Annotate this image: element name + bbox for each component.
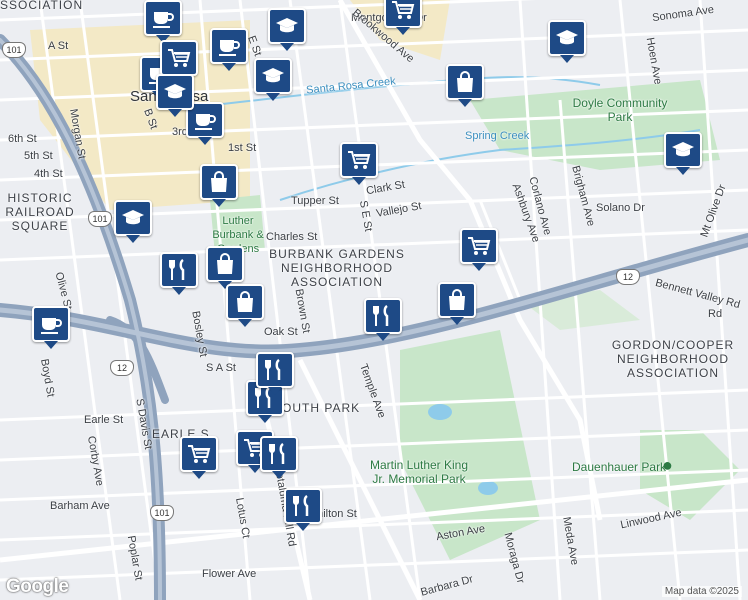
school-icon — [122, 210, 144, 225]
area-label: BURBANK GARDENS NEIGHBORHOOD ASSOCIATION — [269, 247, 405, 289]
school-marker[interactable] — [268, 8, 306, 51]
street-label: Charles St — [266, 231, 318, 243]
shopping-icon — [449, 289, 465, 310]
restaurant-icon — [373, 305, 389, 326]
map-canvas[interactable]: SSOCIATION HISTORIC RAILROAD SQUARE BURB… — [0, 0, 748, 600]
street-label: Solano Dr — [596, 202, 645, 214]
map-attribution: Map data ©2025 — [661, 586, 742, 597]
restaurant-icon — [169, 259, 185, 280]
shopping-marker[interactable] — [446, 64, 484, 107]
google-logo: Google — [6, 576, 69, 597]
grocery-icon — [168, 49, 191, 67]
grocery-icon — [348, 151, 371, 169]
creek-label: Spring Creek — [465, 130, 530, 142]
street-label: Barham Ave — [50, 500, 110, 512]
school-marker[interactable] — [548, 20, 586, 63]
shopping-marker[interactable] — [226, 284, 264, 327]
restaurant-marker[interactable] — [364, 298, 402, 341]
street-label: Oak St — [264, 326, 298, 338]
street-label: S A St — [206, 362, 236, 374]
school-icon — [262, 68, 284, 83]
school-marker[interactable] — [664, 132, 702, 175]
coffee-marker[interactable] — [32, 306, 70, 349]
coffee-icon — [195, 114, 216, 130]
shopping-marker[interactable] — [438, 282, 476, 325]
grocery-icon — [392, 1, 415, 19]
highway-shield: 101 — [2, 42, 26, 58]
restaurant-icon — [265, 359, 281, 380]
shopping-icon — [237, 291, 253, 312]
grocery-marker[interactable] — [160, 40, 198, 83]
street-label: 6th St — [8, 133, 37, 145]
school-icon — [164, 84, 186, 99]
grocery-icon — [188, 445, 211, 463]
shopping-icon — [211, 171, 227, 192]
restaurant-marker[interactable] — [284, 488, 322, 531]
shopping-marker[interactable] — [206, 246, 244, 289]
area-label: HISTORIC RAILROAD SQUARE — [5, 191, 75, 233]
street-label: Flower Ave — [202, 568, 257, 580]
school-marker[interactable] — [114, 200, 152, 243]
park-label: Martin Luther King Jr. Memorial Park — [369, 458, 469, 486]
restaurant-marker[interactable] — [256, 352, 294, 395]
school-marker[interactable] — [254, 58, 292, 101]
street-label: Tupper St — [291, 195, 339, 207]
shopping-icon — [217, 253, 233, 274]
area-label: OUTH PARK — [282, 401, 361, 415]
street-label: A St — [48, 40, 69, 52]
street-label: 5th St — [24, 150, 53, 162]
grocery-marker[interactable] — [340, 142, 378, 185]
coffee-marker[interactable] — [144, 0, 182, 43]
restaurant-icon — [293, 495, 309, 516]
park-pin-icon: ● — [662, 455, 673, 475]
restaurant-marker[interactable] — [160, 252, 198, 295]
grocery-marker[interactable] — [460, 228, 498, 271]
park-label: Doyle Community Park — [572, 96, 668, 124]
school-icon — [556, 30, 578, 45]
street-label: Rd — [708, 308, 723, 320]
highway-shield: 12 — [616, 269, 640, 285]
coffee-icon — [153, 12, 174, 28]
street-label: 1st St — [228, 142, 257, 154]
restaurant-icon — [269, 443, 285, 464]
grocery-marker[interactable] — [180, 436, 218, 479]
restaurant-marker[interactable] — [260, 436, 298, 479]
grocery-marker[interactable] — [384, 0, 422, 35]
school-icon — [276, 18, 298, 33]
school-icon — [672, 142, 694, 157]
highway-shield: 12 — [110, 360, 134, 376]
shopping-marker[interactable] — [200, 164, 238, 207]
coffee-marker[interactable] — [210, 28, 248, 71]
highway-shield: 101 — [88, 211, 112, 227]
coffee-icon — [41, 318, 62, 334]
street-label: 4th St — [34, 168, 63, 180]
area-label: GORDON/COOPER NEIGHBORHOOD ASSOCIATION — [611, 338, 735, 380]
highway-shield: 101 — [150, 505, 174, 521]
park-label: Dauenhauer Park — [572, 460, 667, 474]
area-label: SSOCIATION — [0, 0, 84, 12]
coffee-icon — [219, 40, 240, 56]
shopping-icon — [457, 71, 473, 92]
school-marker[interactable] — [156, 74, 194, 117]
grocery-icon — [468, 237, 491, 255]
street-label: Earle St — [84, 414, 124, 426]
